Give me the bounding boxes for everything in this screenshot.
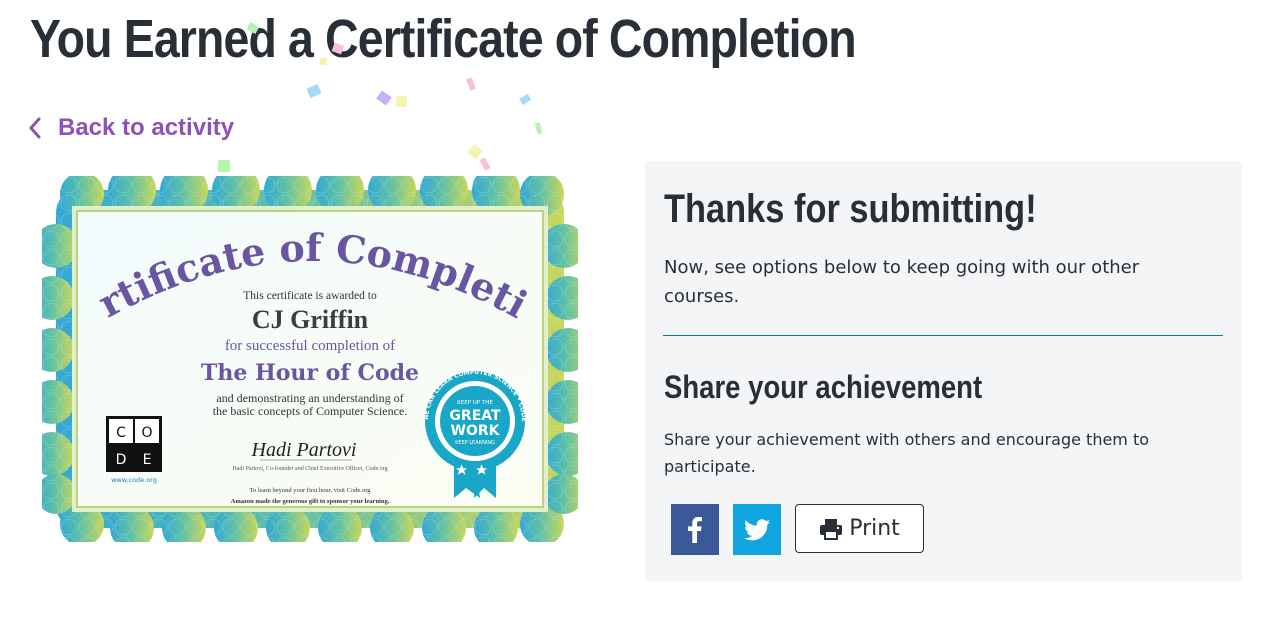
certificate-awarded-line: This certificate is awarded to: [243, 290, 377, 302]
chevron-left-icon: [29, 117, 41, 139]
facebook-icon: [688, 516, 702, 543]
certificate-signer-line: Hadi Partovi, Co-founder and Chief Execu…: [232, 465, 387, 472]
back-link-label: Back to activity: [58, 114, 235, 141]
svg-text:www.code.org: www.code.org: [111, 476, 157, 484]
certificate-course: The Hour of Code: [201, 360, 419, 386]
svg-text:KEEP LEARNING: KEEP LEARNING: [455, 440, 495, 446]
panel-divider: [663, 335, 1223, 336]
svg-text:C: C: [116, 425, 126, 441]
certificate-image: Certificate of Completion This certifica…: [42, 176, 578, 542]
svg-text:D: D: [116, 452, 127, 468]
page-title: You Earned a Certificate of Completion: [30, 9, 857, 69]
panel-description: Now, see options below to keep going wit…: [664, 257, 1140, 307]
certificate-recipient: CJ Griffin: [252, 305, 369, 334]
back-to-activity-link[interactable]: Back to activity: [28, 114, 234, 142]
certificate-demo-line-1: and demonstrating an understanding of: [216, 391, 403, 405]
svg-text:WORK: WORK: [451, 423, 501, 439]
certificate-signature: Hadi Partovi: [251, 439, 357, 461]
svg-text:KEEP UP THE: KEEP UP THE: [457, 400, 493, 406]
certificate-footer-line-1: To learn beyond your first hour, visit C…: [249, 487, 371, 494]
print-label: Print: [849, 516, 900, 541]
panel-title: Thanks for submitting!: [664, 187, 1037, 231]
twitter-share-button[interactable]: [733, 504, 781, 555]
submission-panel: Thanks for submitting! Now, see options …: [645, 161, 1242, 581]
facebook-share-button[interactable]: [671, 504, 719, 555]
certificate-footer-line-2: Amazon made the generous gift to sponsor…: [231, 498, 390, 505]
print-button[interactable]: Print: [795, 504, 924, 553]
printer-icon: [820, 518, 843, 540]
twitter-icon: [744, 518, 770, 540]
share-description: Share your achievement with others and e…: [664, 430, 1150, 476]
svg-text:O: O: [141, 425, 152, 441]
certificate-demo-line-2: the basic concepts of Computer Science.: [213, 404, 408, 418]
svg-text:GREAT: GREAT: [449, 408, 501, 424]
share-title: Share your achievement: [664, 369, 983, 405]
svg-text:E: E: [143, 452, 152, 468]
certificate-completion-line: for successful completion of: [225, 338, 395, 354]
